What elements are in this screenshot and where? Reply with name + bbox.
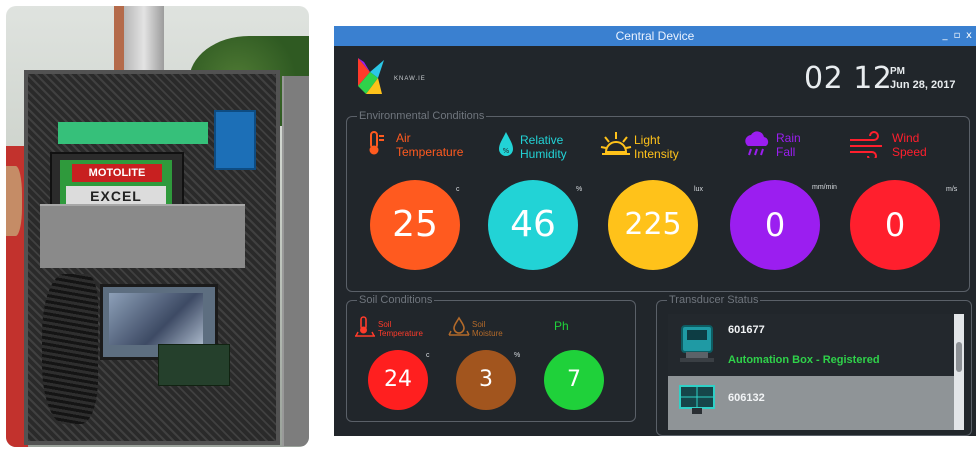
field-photo: MOTOLITE EXCEL [6,6,309,447]
soil-temperature-unit: c [426,352,430,359]
cable-bundle [42,274,98,424]
light-label-line2: Intensity [634,147,679,161]
wind-speed-value: 0 [850,180,940,270]
automation-box-icon [680,325,714,362]
logo-text: KNAW.IE [394,76,426,82]
sun-icon [600,132,632,155]
ph-value: 7 [544,350,604,410]
humidity-label-line1: Relative [520,133,564,147]
soil-moisture-unit: % [514,352,521,359]
clock-date: Jun 28, 2017 [890,79,956,91]
light-intensity-value: 225 [608,180,698,270]
window-title: Central Device [615,29,695,43]
air-temperature-label-line1: Air [396,131,411,145]
battery-logo: MOTOLITE [72,164,162,182]
rain-fall-value: 0 [730,180,820,270]
soil-temperature-value: 24 [368,350,428,410]
humidity-value: 46 [488,180,578,270]
wind-speed-unit: m/s [946,186,958,193]
soil-moisture-label-line2: Moisture [472,329,503,338]
charge-controller [214,110,256,170]
air-temperature-value: 25 [370,180,460,270]
rain-label-line1: Rain [776,131,801,145]
water-drop-icon: % [499,132,513,156]
transducer-id: 606132 [728,392,765,404]
enclosure-box: MOTOLITE EXCEL [24,70,280,445]
wind-icon [850,131,882,158]
battery-brand: EXCEL [66,186,166,206]
app-window: Central Device _ ▫ x KNAW.IE 02 12 PM Ju… [334,26,976,436]
light-intensity-unit: lux [694,186,703,193]
solar-panel-icon [679,385,715,414]
mini-display-screen [109,293,203,345]
transducer-legend: Transducer Status [669,294,759,306]
soil-temperature-label-line2: Temperature [378,329,423,338]
clock-time: 02 12 [804,61,893,96]
soil-moisture-value: 3 [456,350,516,410]
rust-pole [114,6,124,76]
soil-legend: Soil Conditions [359,294,433,306]
metal-panel [40,204,245,268]
rain-cloud-icon [745,131,769,156]
light-label-line1: Light [634,133,661,147]
title-bar: Central Device _ ▫ x [334,26,976,46]
transducer-id: 601677 [728,324,765,336]
air-temperature-label-line2: Temperature [396,145,464,159]
green-strap [58,122,208,144]
clock-ampm: PM [890,66,905,77]
enclosure-door [282,76,309,446]
transducer-status: Automation Box - Registered [728,354,880,366]
person-face [6,166,22,236]
rain-label-line2: Fall [776,145,796,159]
wind-label-line1: Wind [892,131,920,145]
close-button[interactable]: x [962,26,976,46]
humidity-unit: % [576,186,583,193]
svg-text:%: % [503,147,510,155]
transducer-item[interactable]: 601677 Automation Box - Registered [668,314,954,376]
ph-label: Ph [554,319,569,333]
humidity-label-line2: Humidity [520,147,567,161]
kanaw-logo-icon [358,58,384,94]
environmental-legend: Environmental Conditions [359,110,485,122]
thermometer-icon [369,131,384,155]
wind-label-line2: Speed [892,145,927,159]
soil-moisture-label-line1: Soil [472,320,486,329]
transducer-item-selected[interactable]: 606132 [668,376,954,430]
soil-temperature-label-line1: Soil [378,320,392,329]
soil-moisture-icon [448,316,470,336]
air-temperature-unit: c [456,186,460,193]
transducer-list[interactable]: 601677 Automation Box - Registered 60613… [668,314,964,430]
soil-thermometer-icon [355,316,375,337]
circuit-board [158,344,230,386]
rain-fall-unit: mm/min [812,184,837,191]
transducer-scroll-thumb[interactable] [956,342,962,372]
transducer-scrollbar[interactable] [954,314,964,430]
